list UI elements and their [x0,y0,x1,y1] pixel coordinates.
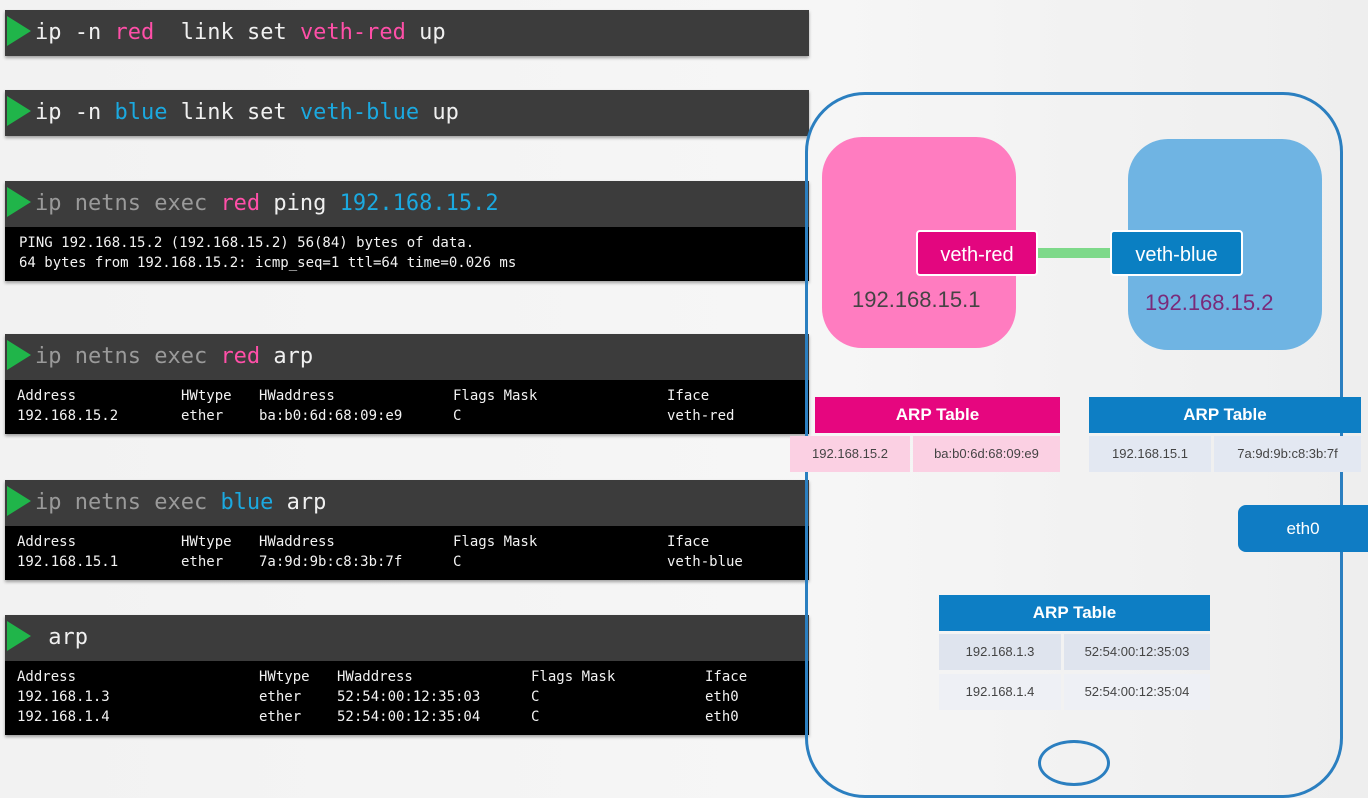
arp-cell: HWaddress [259,534,335,550]
arp-cell: C [453,408,462,424]
output-line: PING 192.168.15.2 (192.168.15.2) 56(84) … [19,235,475,251]
arp-cell: Flags Mask [531,669,616,685]
eth0-interface: eth0 [1238,505,1368,552]
arp-header-row: Address HWtype HWaddress Flags Mask Iface [5,532,809,552]
arp-cell: Flags Mask [453,534,538,550]
arp-cell: 192.168.1.3 [17,689,110,705]
arp-table-red-title: ARP Table [815,397,1060,433]
veth-red-interface: veth-red [916,230,1038,276]
arp-cell: Address [17,388,77,404]
arp-cell: veth-red [667,408,735,424]
command-segment: arp [273,490,327,515]
arp-cell: 192.168.15.2 [17,408,119,424]
command-segment: red [220,191,261,216]
command-block-ping: ip netns exec red ping 192.168.15.2 PING… [5,181,809,281]
arp-cell: C [531,689,540,705]
command-segment: ip -n [35,100,115,125]
arp-cell: 192.168.15.1 [17,554,119,570]
arp-cell: eth0 [705,689,739,705]
ip-blue-label: 192.168.15.2 [1145,290,1274,315]
command-segment: veth-blue [299,100,420,125]
arp-cell: Address [17,669,77,685]
command-segment: link set [154,20,300,45]
command-text: ip netns exec blue arp [5,480,809,526]
command-segment: veth-red [299,20,406,45]
host-bottom-arc [1038,740,1110,786]
command-bar-2: ip -n blue link set veth-blue up [5,90,809,136]
arp-cell: Iface [705,669,748,685]
arp-cell: HWtype [181,534,232,550]
arp-header-row: Address HWtype HWaddress Flags Mask Iface [5,386,809,406]
arp-blue-ip-cell: 192.168.15.1 [1089,436,1211,472]
arp-cell: ba:b0:6d:68:09:e9 [259,408,403,424]
arp-blue-mac-cell: 7a:9d:9b:c8:3b:7f [1214,436,1361,472]
arp-red-ip-cell: 192.168.15.2 [790,436,910,472]
command-block-arp-host: arp Address HWtype HWaddress Flags Mask Ifac… [5,615,809,735]
arp-table-blue-title: ARP Table [1089,397,1361,433]
arp-table-host-title: ARP Table [939,595,1210,631]
command-segment: arp [35,625,88,650]
command-segment: link set [167,100,300,125]
arp-cell: 52:54:00:12:35:04 [337,709,481,725]
arp-host-ip-cell: 192.168.1.3 [939,634,1061,670]
command-segment: ip netns exec [35,344,221,369]
command-text: ip -n blue link set veth-blue up [5,90,809,136]
command-segment: blue [220,490,274,515]
arp-cell: 7a:9d:9b:c8:3b:7f [259,554,403,570]
arp-cell: Address [17,534,77,550]
arp-cell: C [531,709,540,725]
command-block-arp-red: ip netns exec red arp Address HWtype HWadd… [5,334,809,434]
arp-cell: Iface [667,534,710,550]
arp-cell: HWtype [181,388,232,404]
command-segment: ip netns exec [35,191,221,216]
command-segment: up [419,100,459,125]
ip-red-label: 192.168.15.1 [852,287,981,312]
arp-row: 192.168.15.1 ether 7a:9d:9b:c8:3b:7f Cveth-… [5,552,809,572]
arp-header-row: Address HWtype HWaddress Flags Mask Iface [5,667,809,687]
command-segment: ip netns exec [35,490,221,515]
arp-row: 192.168.15.2 ether ba:b0:6d:68:09:e9 Cveth-… [5,406,809,426]
arp-cell: HWaddress [337,669,413,685]
output-line: 64 bytes from 192.168.15.2: icmp_seq=1 t… [19,255,517,271]
arp-host-ip-cell: 192.168.1.4 [939,674,1061,710]
arp-cell: veth-blue [667,554,743,570]
arp-red-mac-cell: ba:b0:6d:68:09:e9 [913,436,1060,472]
arp-cell: eth0 [705,709,739,725]
veth-link [1038,248,1110,258]
arp-row: 192.168.1.3 ether 52:54:00:12:35:03 Ceth0 [5,687,809,707]
arp-host-mac-cell: 52:54:00:12:35:04 [1064,674,1210,710]
command-segment: red [114,20,155,45]
command-segment: red [220,344,261,369]
command-text: ip netns exec red ping 192.168.15.2 [5,181,809,227]
command-segment: blue [114,100,168,125]
arp-output: Address HWtype HWaddress Flags Mask Iface 192… [5,661,809,735]
command-segment: 192.168.15.2 [339,191,499,216]
arp-cell: ether [259,689,302,705]
arp-cell: 52:54:00:12:35:03 [337,689,481,705]
arp-cell: Flags Mask [453,388,538,404]
arp-cell: C [453,554,462,570]
arp-output: Address HWtype HWaddress Flags Mask Iface 192… [5,526,809,580]
veth-blue-interface: veth-blue [1110,230,1243,276]
arp-cell: 192.168.1.4 [17,709,110,725]
arp-cell: HWtype [259,669,310,685]
command-segment: arp [260,344,314,369]
ping-output: PING 192.168.15.2 (192.168.15.2) 56(84) … [5,227,809,281]
arp-cell: ether [181,408,224,424]
arp-output: Address HWtype HWaddress Flags Mask Iface 192… [5,380,809,434]
command-text: ip netns exec red arp [5,334,809,380]
command-segment: ip -n [35,20,115,45]
arp-cell: ether [181,554,224,570]
command-segment: up [405,20,446,45]
command-segment: ping [260,191,340,216]
arp-cell: HWaddress [259,388,335,404]
arp-cell: Iface [667,388,710,404]
command-block-arp-blue: ip netns exec blue arp Address HWtype HWad… [5,480,809,580]
command-text: ip -n red link set veth-red up [5,10,809,56]
arp-host-mac-cell: 52:54:00:12:35:03 [1064,634,1210,670]
command-bar-1: ip -n red link set veth-red up [5,10,809,56]
arp-row: 192.168.1.4 ether 52:54:00:12:35:04 Ceth0 [5,707,809,727]
command-text: arp [5,615,809,661]
arp-cell: ether [259,709,302,725]
